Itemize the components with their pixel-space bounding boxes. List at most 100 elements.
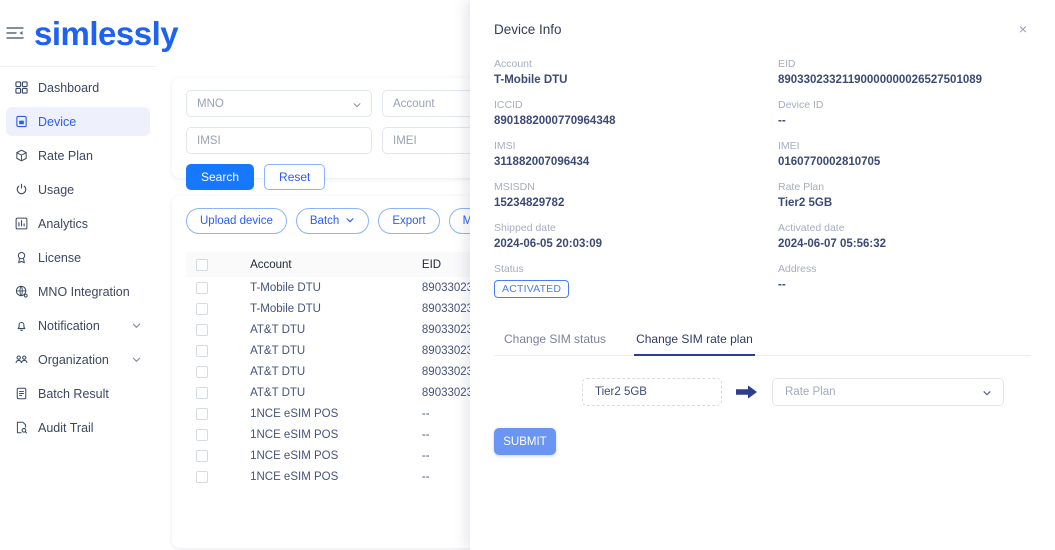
cell-account: 1NCE eSIM POS [250, 449, 339, 462]
sim-card-icon [14, 114, 29, 129]
bell-icon [14, 318, 29, 333]
submit-button[interactable]: SUBMIT [494, 428, 556, 455]
field-rate-plan: Rate Plan Tier2 5GB [778, 181, 1031, 209]
drawer-header: Device Info × [494, 0, 1031, 58]
sidebar-item-organization[interactable]: Organization [6, 345, 150, 374]
sidebar-item-label: Dashboard [38, 80, 100, 95]
chevron-down-icon[interactable] [131, 320, 142, 331]
select-all-cell [186, 252, 251, 277]
menu-fold-icon[interactable] [4, 22, 26, 44]
sidebar-item-rate-plan[interactable]: Rate Plan [6, 141, 150, 170]
new-rate-plan-placeholder: Rate Plan [785, 386, 836, 398]
export-label: Export [392, 215, 426, 227]
field-label: MSISDN [494, 181, 535, 193]
batch-button[interactable]: Batch [295, 208, 370, 234]
power-icon [14, 182, 29, 197]
imsi-input[interactable]: IMSI [186, 127, 372, 154]
sidebar-item-dashboard[interactable]: Dashboard [6, 73, 150, 102]
row-checkbox[interactable] [196, 470, 208, 483]
sidebar-item-usage[interactable]: Usage [6, 175, 150, 204]
sidebar-item-label: Audit Trail [38, 420, 94, 435]
sidebar-item-audit-trail[interactable]: Audit Trail [6, 413, 150, 442]
cell-account: T-Mobile DTU [250, 281, 321, 294]
row-checkbox[interactable] [196, 323, 208, 336]
sidebar-item-label: License [38, 250, 82, 265]
row-checkbox[interactable] [196, 344, 208, 357]
sidebar-item-label: Analytics [38, 216, 89, 231]
field-imsi: IMSI 311882007096434 [494, 140, 778, 168]
sidebar-item-label: Batch Result [38, 386, 109, 401]
field-value: -- [778, 115, 786, 127]
upload-device-button[interactable]: Upload device [186, 208, 287, 234]
dashboard-icon [14, 80, 29, 95]
sidebar-item-label: MNO Integration [38, 284, 130, 299]
field-label: EID [778, 58, 796, 70]
field-value: Tier2 5GB [778, 197, 833, 209]
row-select-cell [186, 340, 250, 361]
brand-logo[interactable]: simlessly [34, 17, 179, 50]
mno-select[interactable]: MNO [186, 90, 372, 117]
row-select-cell [186, 319, 250, 340]
column-header-account[interactable]: Account [250, 252, 422, 277]
tab-change-sim-rate-plan[interactable]: Change SIM rate plan [634, 328, 755, 356]
sidebar-item-device[interactable]: Device [6, 107, 150, 136]
sidebar-item-analytics[interactable]: Analytics [6, 209, 150, 238]
cell-account: AT&T DTU [250, 365, 306, 378]
row-checkbox[interactable] [196, 407, 208, 420]
field-activated-date: Activated date 2024-06-07 05:56:32 [778, 222, 1031, 250]
app-root: simlessly Dashboard Device Rate Plan Usa… [0, 0, 1055, 550]
reset-button[interactable]: Reset [264, 164, 326, 190]
sidebar-item-mno-integration[interactable]: MNO Integration [6, 277, 150, 306]
row-select-cell [186, 424, 250, 445]
imsi-input-placeholder: IMSI [197, 134, 221, 147]
select-all-checkbox[interactable] [196, 258, 208, 271]
row-select-cell [186, 445, 250, 466]
row-checkbox[interactable] [196, 449, 208, 462]
cell-account: AT&T DTU [250, 344, 306, 357]
new-rate-plan-select[interactable]: Rate Plan [772, 378, 1004, 406]
row-checkbox[interactable] [196, 365, 208, 378]
field-label: Rate Plan [778, 181, 825, 193]
cell-account: 1NCE eSIM POS [250, 470, 339, 483]
sidebar-item-notification[interactable]: Notification [6, 311, 150, 340]
device-info-grid: Account T-Mobile DTU EID 890330233211900… [494, 58, 1031, 298]
field-iccid: ICCID 8901882000770964348 [494, 99, 778, 127]
tab-change-sim-status[interactable]: Change SIM status [502, 328, 608, 355]
certificate-icon [14, 250, 29, 265]
drawer-title: Device Info [494, 21, 562, 37]
field-value: 0160770002810705 [778, 156, 881, 168]
field-imei: IMEI 0160770002810705 [778, 140, 1031, 168]
sidebar-item-license[interactable]: License [6, 243, 150, 272]
search-button[interactable]: Search [186, 164, 255, 190]
row-checkbox[interactable] [196, 428, 208, 441]
chevron-down-icon [345, 215, 355, 228]
upload-device-label: Upload device [200, 215, 273, 227]
field-value: 89033023321190000000026527501089 [778, 74, 983, 86]
row-select-cell [186, 382, 250, 403]
field-value: 2024-06-05 20:03:09 [494, 238, 603, 250]
bar-chart-icon [14, 216, 29, 231]
field-label: IMEI [778, 140, 800, 152]
account-input-placeholder: Account [393, 97, 435, 110]
cell-account: 1NCE eSIM POS [250, 428, 339, 441]
field-value: T-Mobile DTU [494, 74, 568, 86]
field-label: Status [494, 263, 524, 275]
sidebar-item-batch-result[interactable]: Batch Result [6, 379, 150, 408]
row-checkbox[interactable] [196, 302, 208, 315]
field-label: Account [494, 58, 532, 70]
cell-account: AT&T DTU [250, 386, 306, 399]
cell-account: AT&T DTU [250, 323, 306, 336]
people-icon [14, 352, 29, 367]
chevron-down-icon [982, 388, 992, 401]
row-checkbox[interactable] [196, 386, 208, 399]
row-checkbox[interactable] [196, 281, 208, 294]
export-button[interactable]: Export [378, 208, 440, 234]
arrow-right-icon [736, 383, 758, 401]
chevron-down-icon[interactable] [131, 354, 142, 365]
mno-select-value: MNO [197, 97, 224, 110]
row-select-cell [186, 298, 250, 319]
field-label: IMSI [494, 140, 516, 152]
sidebar-item-label: Rate Plan [38, 148, 93, 163]
sidebar-item-label: Organization [38, 352, 109, 367]
close-icon[interactable]: × [1015, 18, 1031, 40]
